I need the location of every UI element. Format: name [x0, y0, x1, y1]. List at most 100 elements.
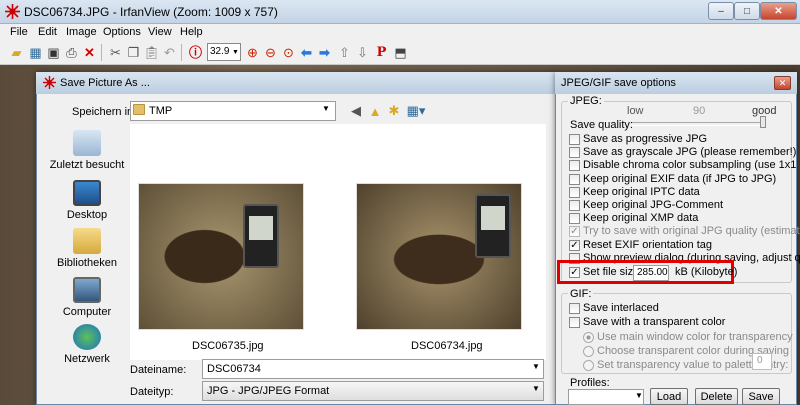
chevron-down-icon[interactable]: ▼: [635, 391, 643, 400]
close-icon[interactable]: ✕: [774, 76, 791, 90]
jpeg-option-checkbox[interactable]: ✓: [569, 226, 580, 237]
place-libraries[interactable]: Bibliotheken: [48, 228, 126, 269]
jpeg-option-label: Keep original IPTC data: [583, 186, 700, 198]
exit-icon[interactable]: ⬒: [392, 44, 409, 61]
look-in-combo[interactable]: TMP: [130, 101, 336, 121]
folder-icon: [133, 104, 145, 115]
thumbnails-icon[interactable]: ▦: [27, 44, 44, 61]
zoom-out-icon[interactable]: ⊖: [262, 44, 279, 61]
radio-main-window-color-label: Use main window color for transparency: [597, 331, 793, 343]
filesize-input[interactable]: 285.00: [633, 265, 669, 281]
irfanview-logo-icon: [43, 76, 56, 89]
minimize-button[interactable]: –: [708, 2, 734, 20]
menu-file[interactable]: File: [10, 26, 28, 38]
filesize-unit: kB (Kilobyte): [675, 266, 738, 278]
menu-view[interactable]: View: [148, 26, 172, 38]
back-icon[interactable]: ◀: [348, 103, 364, 119]
zoom-in-icon[interactable]: ⊕: [244, 44, 261, 61]
radio-palette-entry[interactable]: [583, 360, 594, 371]
toolbar-separator: [181, 44, 182, 61]
place-computer[interactable]: Computer: [48, 277, 126, 318]
jpeg-option-checkbox[interactable]: [569, 213, 580, 224]
zoom-fit-icon[interactable]: ⊙: [280, 44, 297, 61]
quality-slider-thumb[interactable]: [760, 116, 766, 128]
radio-main-window-color[interactable]: [583, 332, 594, 343]
chevron-down-icon[interactable]: ▼: [532, 384, 540, 393]
file-thumbnail[interactable]: [138, 183, 304, 330]
copy-icon[interactable]: ❐: [125, 44, 142, 61]
print-icon[interactable]: ⎙: [63, 44, 80, 61]
jpeg-option-label: Disable chroma color subsampling (use 1x…: [583, 159, 800, 171]
filetype-label: Dateityp:: [130, 386, 174, 398]
gif-group-label: GIF:: [568, 288, 594, 300]
info-icon[interactable]: ⓘ: [187, 44, 204, 61]
view-menu-icon[interactable]: ▦▾: [405, 103, 427, 119]
profiles-select[interactable]: [568, 389, 644, 405]
filetype-select[interactable]: JPG - JPG/JPEG Format: [202, 381, 544, 401]
chevron-down-icon[interactable]: ▼: [322, 104, 330, 113]
transparent-color-checkbox[interactable]: [569, 317, 580, 328]
jpeg-option-label: Keep original JPG-Comment: [583, 199, 724, 211]
menu-options[interactable]: Options: [103, 26, 141, 38]
undo-icon[interactable]: ↶: [161, 44, 178, 61]
jpeg-option-checkbox[interactable]: [569, 187, 580, 198]
quality-slider[interactable]: [632, 122, 764, 126]
paste-icon[interactable]: 📋︎: [143, 44, 160, 61]
filename-input[interactable]: DSC06734: [202, 359, 544, 379]
transparent-color-label: Save with a transparent color: [583, 316, 726, 328]
open-folder-icon[interactable]: ▰: [8, 44, 25, 61]
close-button[interactable]: ✕: [760, 2, 797, 20]
place-network[interactable]: Netzwerk: [48, 324, 126, 365]
menu-image[interactable]: Image: [66, 26, 97, 38]
jpeg-option-label: Keep original XMP data: [583, 212, 699, 224]
jpeg-option-checkbox[interactable]: [569, 134, 580, 145]
load-button[interactable]: Load: [650, 388, 688, 405]
computer-icon: [73, 277, 101, 303]
jpeg-group-label: JPEG:: [568, 95, 604, 107]
jpeg-option-checkbox[interactable]: [569, 200, 580, 211]
file-name[interactable]: DSC06734.jpg: [411, 340, 483, 352]
delete-icon[interactable]: ✕: [81, 44, 98, 61]
jpeg-option-checkbox[interactable]: [569, 160, 580, 171]
place-label: Computer: [62, 306, 112, 318]
menu-help[interactable]: Help: [180, 26, 203, 38]
first-icon[interactable]: ⇧: [336, 44, 353, 61]
save-interlaced-label: Save interlaced: [583, 302, 659, 314]
last-icon[interactable]: ⇩: [354, 44, 371, 61]
place-label: Desktop: [66, 209, 108, 221]
chevron-down-icon[interactable]: ▼: [231, 44, 240, 60]
jpeg-option-checkbox[interactable]: [569, 174, 580, 185]
jpeg-option-checkbox[interactable]: [569, 147, 580, 158]
up-folder-icon[interactable]: ▲: [367, 103, 383, 119]
delete-button[interactable]: Delete: [695, 388, 738, 405]
save-icon[interactable]: ▣: [45, 44, 62, 61]
chevron-down-icon[interactable]: ▼: [532, 362, 540, 371]
maximize-button[interactable]: □: [734, 2, 760, 20]
new-folder-icon[interactable]: ✱: [386, 103, 402, 119]
previous-icon[interactable]: ⬅: [298, 44, 315, 61]
file-thumbnail[interactable]: [356, 183, 522, 330]
save-button[interactable]: Save: [742, 388, 780, 405]
place-recent[interactable]: Zuletzt besucht: [48, 130, 126, 171]
radio-choose-color[interactable]: [583, 346, 594, 357]
look-in-label: Speichern in:: [72, 106, 137, 118]
jpeg-option-checkbox[interactable]: ✓: [569, 240, 580, 251]
place-label: Zuletzt besucht: [49, 159, 125, 171]
jpeg-option-label: Save as progressive JPG: [583, 133, 708, 145]
place-desktop[interactable]: Desktop: [48, 180, 126, 221]
dialog-title: Save Picture As ...: [60, 77, 150, 89]
save-interlaced-checkbox[interactable]: [569, 303, 580, 314]
filesize-checkbox[interactable]: ✓: [569, 267, 580, 278]
paint-icon[interactable]: P: [373, 44, 390, 61]
libraries-icon: [73, 228, 101, 254]
menu-edit[interactable]: Edit: [38, 26, 57, 38]
next-icon[interactable]: ➡: [316, 44, 333, 61]
desktop-icon: [73, 180, 101, 206]
jpeg-option-label: Save as grayscale JPG (please remember!): [583, 146, 797, 158]
file-name[interactable]: DSC06735.jpg: [192, 340, 264, 352]
palette-entry-input[interactable]: 0: [752, 353, 772, 370]
place-label: Bibliotheken: [57, 257, 117, 269]
cut-icon[interactable]: ✂: [107, 44, 124, 61]
recent-places-icon: [73, 130, 101, 156]
meter-image: [243, 204, 279, 268]
